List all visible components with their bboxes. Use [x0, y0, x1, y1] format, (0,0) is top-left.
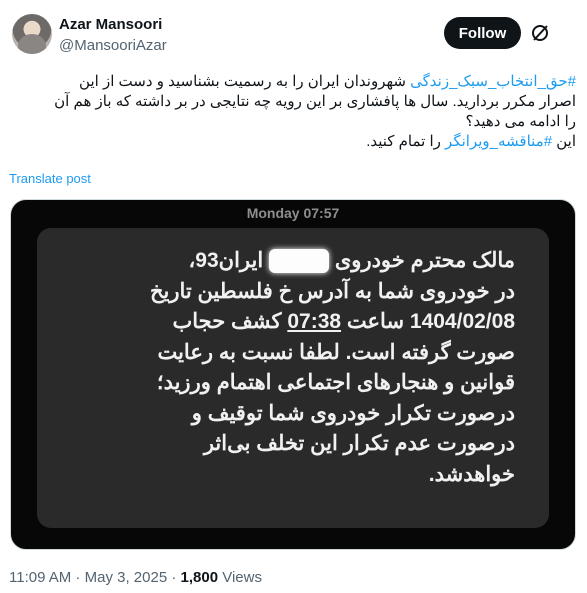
- post-meta: 11:09 AM · May 3, 2025 · 1,800 Views: [9, 569, 262, 586]
- sms-line: درصورت تکرار خودروی شما توقیف و: [191, 401, 515, 425]
- post-text-line: شهروندان ایران را به رسمیت بشناسید و دست…: [79, 73, 411, 90]
- avatar-figure: [18, 34, 46, 54]
- separator: ·: [71, 569, 85, 586]
- views-count: 1,800: [180, 569, 219, 586]
- author-name[interactable]: Azar Mansoori: [59, 16, 162, 33]
- post-text-line: اصرار مکرر بردارید. سال ها پافشاری بر ای…: [54, 93, 576, 110]
- sms-text-fragment: مالک محترم خودروی: [334, 249, 515, 272]
- hashtag-link[interactable]: #حق_انتخاب_سبک_زندگی: [410, 73, 576, 90]
- translate-post-link[interactable]: Translate post: [9, 171, 91, 186]
- grok-slash-circle-icon[interactable]: [530, 23, 550, 43]
- separator: ·: [167, 569, 181, 586]
- post-text-line: را ادامه می دهید؟: [465, 113, 577, 130]
- sms-text-fragment: 1404/02/08 ساعت: [341, 310, 515, 333]
- avatar[interactable]: [12, 14, 52, 54]
- post-time[interactable]: 11:09 AM: [9, 569, 71, 586]
- sms-line: در خودروی شما به آدرس خ فلسطین تاریخ: [149, 279, 515, 303]
- post-image[interactable]: Monday 07:57 مالک محترم خودروی ایران93، …: [10, 199, 576, 550]
- sms-text-fragment: ایران93،: [188, 249, 264, 272]
- sms-time: 07:38: [287, 310, 342, 333]
- sms-line: صورت گرفته است. لطفا نسبت به رعایت: [157, 340, 515, 364]
- sms-line: خواهدشد.: [428, 462, 515, 486]
- post-text-fragment: این: [552, 133, 576, 150]
- post-date[interactable]: May 3, 2025: [85, 569, 168, 586]
- sms-text-fragment: کشف حجاب: [172, 310, 288, 333]
- follow-button[interactable]: Follow: [444, 17, 521, 49]
- sms-text: مالک محترم خودروی ایران93، در خودروی شما…: [47, 246, 515, 490]
- author-handle[interactable]: @MansooriAzar: [59, 37, 167, 54]
- post-text: #حق_انتخاب_سبک_زندگی شهروندان ایران را ب…: [8, 72, 576, 152]
- views-label: Views: [218, 569, 262, 586]
- post-text-fragment: را تمام کنید.: [366, 133, 446, 150]
- sms-date-label: Monday 07:57: [246, 205, 340, 221]
- redacted-plate: [269, 249, 330, 274]
- sms-bubble: مالک محترم خودروی ایران93، در خودروی شما…: [37, 228, 549, 528]
- hashtag-link[interactable]: #مناقشه_ویرانگر: [445, 133, 552, 150]
- sms-line: درصورت عدم تکرار این تخلف بی‌اثر: [203, 432, 515, 455]
- sms-line: قوانین و هنجارهای اجتماعی اهتمام ورزید؛: [156, 371, 515, 394]
